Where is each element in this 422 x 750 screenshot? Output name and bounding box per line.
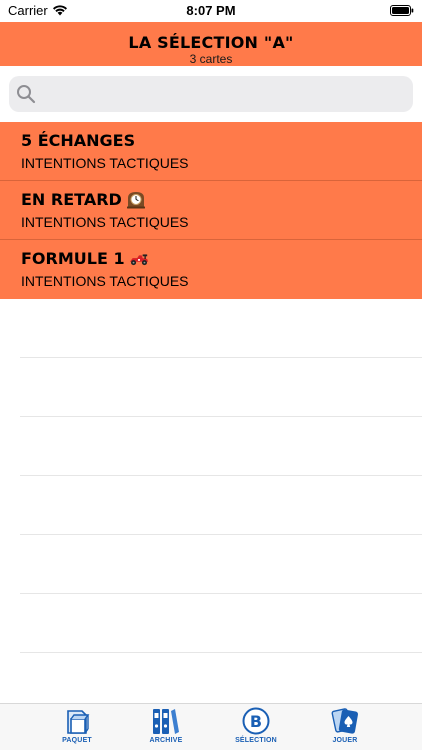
box-icon — [67, 710, 90, 734]
card-title: 5 ÉCHANGES — [21, 131, 136, 150]
search-icon — [17, 85, 36, 104]
battery-icon — [390, 5, 414, 16]
playing-cards-icon — [331, 708, 358, 734]
binders-icon — [153, 709, 179, 734]
card-row-en-retard[interactable]: EN RETARD INTENTIONS TACTIQUES — [0, 181, 422, 240]
search-area — [0, 66, 422, 122]
search-bar[interactable] — [9, 76, 413, 112]
card-count: 3 cartes — [189, 52, 233, 66]
tab-label: ARCHIVE — [149, 737, 183, 744]
tab-selection[interactable]: B SÉLECTION — [216, 706, 296, 744]
empty-row — [20, 358, 422, 417]
card-subtitle: INTENTIONS TACTIQUES — [21, 155, 189, 171]
navigation-header: LA SÉLECTION "A" 3 cartes — [0, 22, 422, 66]
card-row-5-echanges[interactable]: 5 ÉCHANGES INTENTIONS TACTIQUES — [0, 122, 422, 181]
empty-row — [20, 417, 422, 476]
tab-bar: PAQUET ARCHIVE B SÉLECTION JOUER — [0, 703, 422, 750]
empty-row — [20, 476, 422, 535]
tab-label: SÉLECTION — [235, 737, 277, 744]
status-time: 8:07 PM — [186, 3, 236, 18]
search-input[interactable] — [43, 76, 403, 112]
empty-list-area — [0, 299, 422, 653]
card-title: EN RETARD — [21, 190, 146, 209]
card-list: 5 ÉCHANGES INTENTIONS TACTIQUES EN RETAR… — [0, 122, 422, 299]
empty-row — [20, 299, 422, 358]
tab-archive[interactable]: ARCHIVE — [126, 706, 206, 744]
b-circle-icon: B — [242, 707, 270, 735]
svg-text:B: B — [250, 712, 262, 731]
page-title: LA SÉLECTION "A" — [128, 33, 294, 52]
empty-row — [20, 594, 422, 653]
tab-jouer[interactable]: JOUER — [305, 706, 385, 744]
race-car-icon — [129, 253, 148, 265]
tab-paquet[interactable]: PAQUET — [37, 706, 117, 744]
card-title: FORMULE 1 — [21, 249, 149, 268]
card-subtitle: INTENTIONS TACTIQUES — [21, 214, 189, 230]
card-subtitle: INTENTIONS TACTIQUES — [21, 273, 189, 289]
status-bar: Carrier 8:07 PM — [0, 0, 422, 22]
card-row-formule-1[interactable]: FORMULE 1 INTENTIONS TACTIQUES — [0, 240, 422, 299]
tab-label: JOUER — [332, 737, 358, 744]
tab-label: PAQUET — [62, 737, 92, 744]
mantel-clock-icon — [126, 191, 145, 208]
empty-row — [20, 535, 422, 594]
